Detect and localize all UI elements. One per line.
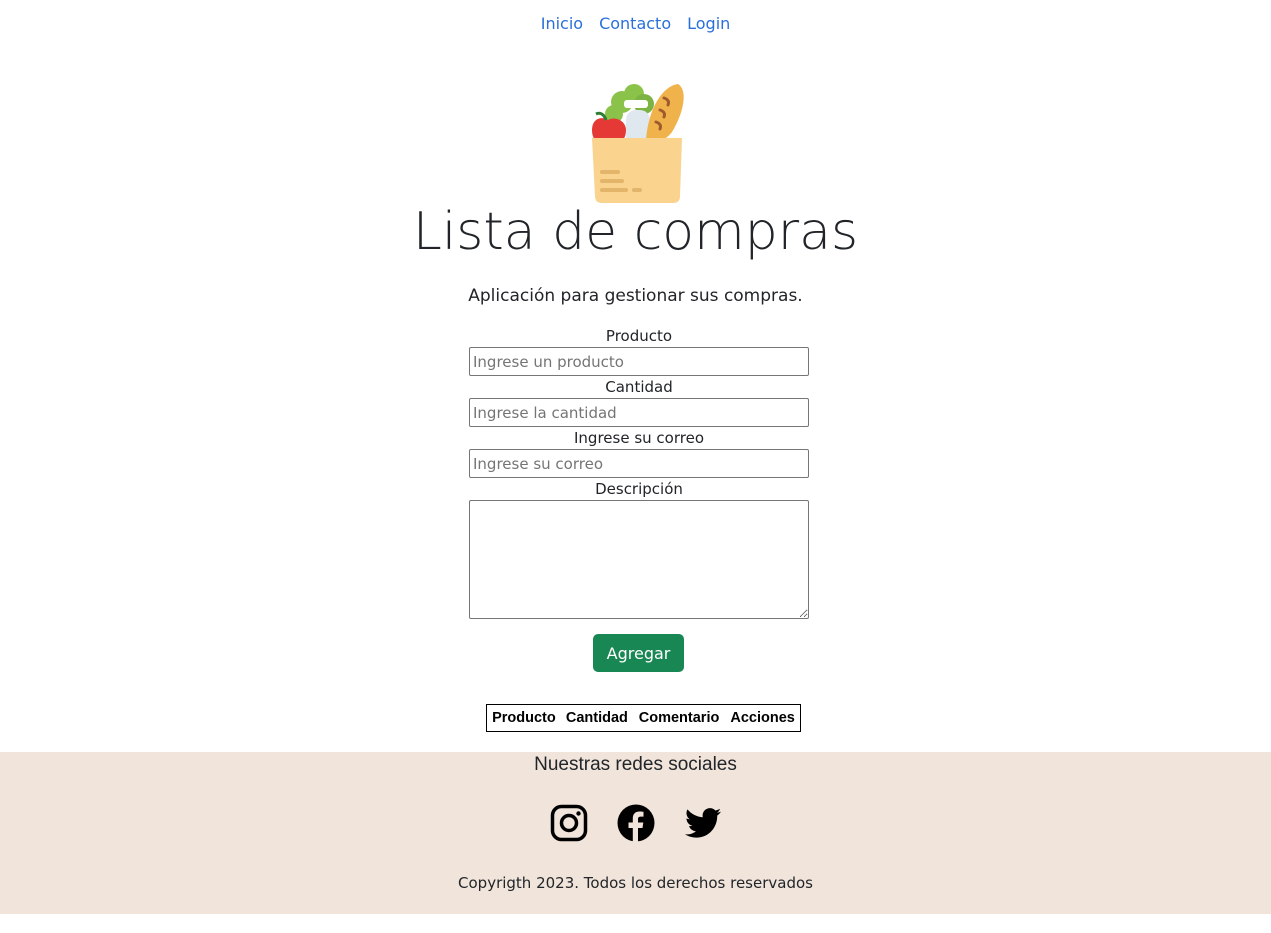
instagram-icon[interactable] [550,804,588,842]
correo-input[interactable] [469,449,809,478]
facebook-icon[interactable] [617,804,655,842]
nav-link-inicio[interactable]: Inicio [541,14,583,33]
table-header-row: Producto Cantidad Comentario Acciones [487,705,801,732]
shopping-table: Producto Cantidad Comentario Acciones [486,704,801,732]
correo-label: Ingrese su correo [574,429,704,447]
column-header-comentario: Comentario [638,710,720,726]
column-header-acciones: Acciones [730,710,795,726]
footer: Nuestras redes sociales Copyrigth 2023. … [0,752,1271,914]
top-nav: Inicio Contacto Login [0,10,1271,36]
copyright-text: Copyrigth 2023. Todos los derechos reser… [458,874,813,892]
social-links [0,804,1271,842]
nav-link-contacto[interactable]: Contacto [599,14,671,33]
page-title: Lista de compras [412,202,859,262]
descripcion-label: Descripción [595,480,683,498]
twitter-icon[interactable] [684,804,722,842]
nav-link-login[interactable]: Login [687,14,730,33]
grocery-bag-icon [588,80,688,206]
footer-title: Nuestras redes sociales [534,754,737,775]
column-header-producto: Producto [492,710,556,726]
producto-label: Producto [605,327,673,345]
column-header-cantidad: Cantidad [565,710,628,726]
page-subtitle: Aplicación para gestionar sus compras. [468,286,803,306]
descripcion-textarea[interactable] [469,500,809,619]
agregar-button[interactable]: Agregar [593,634,684,672]
cantidad-label: Cantidad [605,378,673,396]
producto-input[interactable] [469,347,809,376]
cantidad-input[interactable] [469,398,809,427]
